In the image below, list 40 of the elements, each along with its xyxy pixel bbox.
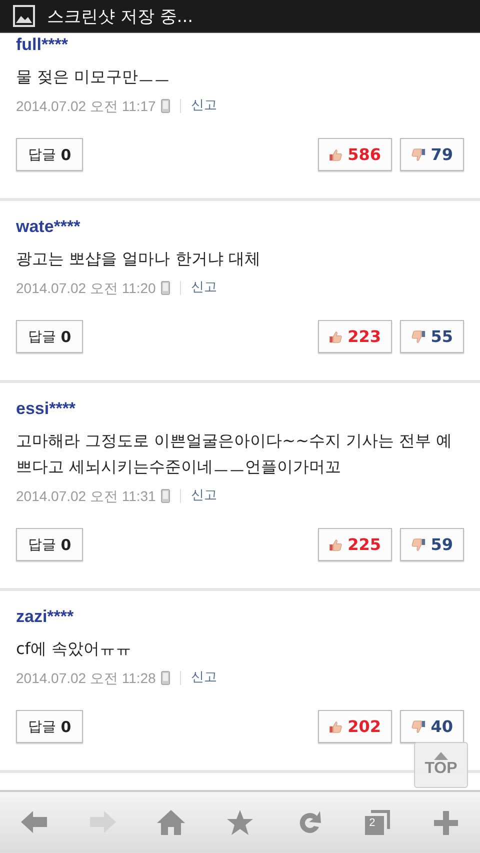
reply-button[interactable]: 답글 0 (16, 710, 83, 743)
reply-button[interactable]: 답글 0 (16, 320, 83, 353)
phone-icon (160, 671, 170, 685)
username: full**** (16, 35, 69, 55)
phone-icon (160, 489, 170, 503)
home-icon[interactable] (156, 808, 186, 838)
username: wate**** (16, 217, 82, 237)
phone-icon (160, 281, 170, 295)
phone-icon (160, 99, 170, 113)
up-arrow-icon (434, 752, 448, 760)
notification-text: 스크린샷 저장 중... (47, 6, 194, 28)
username: essi**** (16, 399, 77, 419)
like-button[interactable]: 225 (318, 528, 392, 561)
report-link[interactable]: 신고 (190, 96, 217, 116)
dislike-button[interactable]: 40 (400, 710, 464, 743)
tabs-icon[interactable] (362, 808, 392, 838)
dislike-button[interactable]: 59 (400, 528, 464, 561)
timestamp: 2014.07.02 오전 11:28 (16, 669, 156, 688)
top-button[interactable]: TOP (414, 742, 468, 788)
reply-button[interactable]: 답글 0 (16, 138, 83, 171)
report-link[interactable]: 신고 (190, 486, 217, 506)
dislike-button[interactable]: 79 (400, 138, 464, 171)
like-button[interactable]: 586 (318, 138, 392, 171)
report-link[interactable]: 신고 (190, 668, 217, 688)
timestamp: 2014.07.02 오전 11:20 (16, 279, 156, 298)
reply-button[interactable]: 답글 0 (16, 528, 83, 561)
like-button[interactable]: 223 (318, 320, 392, 353)
dislike-button[interactable]: 55 (400, 320, 464, 353)
like-button[interactable]: 202 (318, 710, 392, 743)
comment-text: 고마해라 그정도로 이쁜얼굴은아이다~~수지 기사는 전부 예쁘다고 세뇌시키는수준이네ㅡㅡ언플이가머꼬 (16, 430, 454, 478)
comment-text: 물 젖은 미모구만ㅡㅡ (16, 66, 172, 88)
image-icon (13, 5, 35, 27)
timestamp: 2014.07.02 오전 11:31 (16, 487, 156, 506)
timestamp: 2014.07.02 오전 11:17 (16, 97, 156, 116)
comment-text: 광고는 뽀샵을 얼마나 한거냐 대체 (16, 248, 262, 270)
username: zazi**** (16, 607, 75, 627)
comment-text: cf에 속았어ㅠㅠ (16, 638, 133, 660)
star-icon[interactable] (224, 808, 255, 838)
tab-count: 2 (369, 816, 376, 828)
report-link[interactable]: 신고 (190, 278, 217, 298)
